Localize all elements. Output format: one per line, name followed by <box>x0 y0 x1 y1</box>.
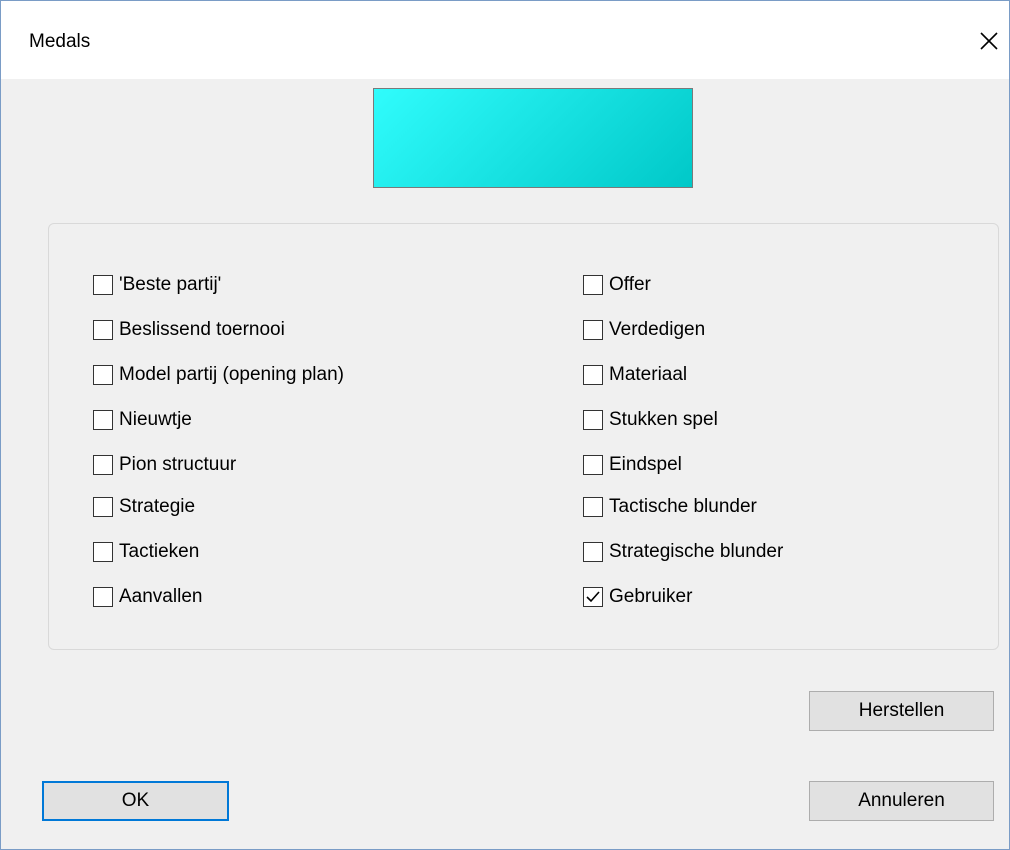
checkbox-label: Offer <box>609 274 651 295</box>
checkbox-label: 'Beste partij' <box>119 274 222 295</box>
checkbox-gebruiker[interactable]: Gebruiker <box>583 584 692 610</box>
checkbox-label: Materiaal <box>609 364 688 385</box>
checkbox-box[interactable] <box>583 587 603 607</box>
checkbox-box[interactable] <box>93 320 113 340</box>
checkbox-tactische-blunder[interactable]: Tactische blunder <box>583 494 757 520</box>
checkbox-label: Strategische blunder <box>609 541 784 562</box>
medals-group: 'Beste partij' Beslissend toernooi Model… <box>48 223 999 650</box>
checkbox-pion-structuur[interactable]: Pion structuur <box>93 452 236 478</box>
color-swatch[interactable] <box>373 88 693 188</box>
checkbox-box[interactable] <box>93 587 113 607</box>
checkbox-stukken-spel[interactable]: Stukken spel <box>583 407 718 433</box>
checkbox-box[interactable] <box>93 365 113 385</box>
title-bar: Medals <box>1 1 1009 79</box>
checkbox-box[interactable] <box>93 410 113 430</box>
checkbox-label: Aanvallen <box>119 586 203 607</box>
checkbox-label: Verdedigen <box>609 319 706 340</box>
dialog-title: Medals <box>29 31 91 52</box>
medals-dialog: Medals 'Beste partij' Beslissend toernoo… <box>0 0 1010 850</box>
checkbox-box[interactable] <box>583 275 603 295</box>
cancel-button[interactable]: Annuleren <box>809 781 994 821</box>
checkbox-label: Model partij (opening plan) <box>119 364 344 385</box>
checkbox-box[interactable] <box>583 497 603 517</box>
checkbox-offer[interactable]: Offer <box>583 272 651 298</box>
checkbox-label: Stukken spel <box>609 409 718 430</box>
checkbox-strategische-blunder[interactable]: Strategische blunder <box>583 539 783 565</box>
ok-button[interactable]: OK <box>42 781 229 821</box>
checkbox-eindspel[interactable]: Eindspel <box>583 452 682 478</box>
checkbox-nieuwtje[interactable]: Nieuwtje <box>93 407 192 433</box>
checkbox-box[interactable] <box>583 455 603 475</box>
checkbox-label: Strategie <box>119 496 196 517</box>
checkbox-strategie[interactable]: Strategie <box>93 494 195 520</box>
checkbox-beslissend-toernooi[interactable]: Beslissend toernooi <box>93 317 285 343</box>
checkbox-tactieken[interactable]: Tactieken <box>93 539 199 565</box>
close-icon <box>980 32 998 50</box>
checkbox-box[interactable] <box>583 320 603 340</box>
checkbox-box[interactable] <box>583 365 603 385</box>
checkbox-label: Tactieken <box>119 541 200 562</box>
checkbox-label: Beslissend toernooi <box>119 319 285 340</box>
checkbox-label: Nieuwtje <box>119 409 192 430</box>
checkbox-label: Pion structuur <box>119 454 237 475</box>
checkbox-beste-partij[interactable]: 'Beste partij' <box>93 272 221 298</box>
checkbox-verdedigen[interactable]: Verdedigen <box>583 317 705 343</box>
checkbox-label: Tactische blunder <box>609 496 757 517</box>
checkbox-box[interactable] <box>93 497 113 517</box>
checkbox-box[interactable] <box>93 542 113 562</box>
checkbox-materiaal[interactable]: Materiaal <box>583 362 687 388</box>
checkbox-box[interactable] <box>93 275 113 295</box>
checkbox-model-partij[interactable]: Model partij (opening plan) <box>93 362 344 388</box>
reset-button[interactable]: Herstellen <box>809 691 994 731</box>
close-button[interactable] <box>969 21 1009 61</box>
checkbox-box[interactable] <box>583 542 603 562</box>
checkbox-box[interactable] <box>583 410 603 430</box>
checkbox-label: Eindspel <box>609 454 682 475</box>
checkbox-box[interactable] <box>93 455 113 475</box>
checkmark-icon <box>586 591 600 603</box>
checkbox-label: Gebruiker <box>609 586 693 607</box>
checkbox-aanvallen[interactable]: Aanvallen <box>93 584 202 610</box>
